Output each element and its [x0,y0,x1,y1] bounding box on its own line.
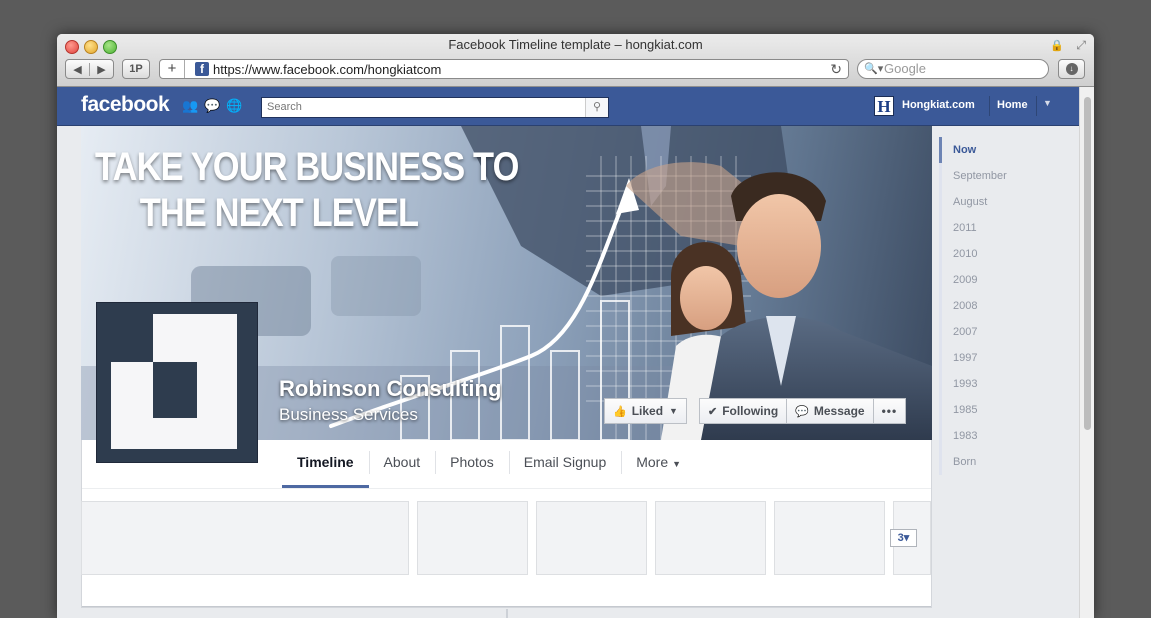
reload-icon[interactable]: ↻ [830,60,842,78]
timeline-nav-item[interactable]: 2009 [939,267,1069,293]
app-box[interactable] [774,501,885,575]
following-label: Following [722,404,779,418]
url-text[interactable]: https://www.facebook.com/hongkiatcom [213,61,441,78]
new-tab-icon[interactable]: + [160,60,185,78]
cover-headline: TAKE YOUR BUSINESS TO THE NEXT LEVEL [95,144,519,236]
vertical-scrollbar[interactable] [1079,87,1094,618]
facebook-search-placeholder: Search [267,101,302,113]
app-box[interactable] [655,501,766,575]
forward-button[interactable]: ▶ [90,63,113,76]
liked-label: Liked [631,404,664,418]
messages-icon[interactable]: 💬 [204,98,220,114]
chevron-down-icon: ▼ [669,406,678,416]
profile-link[interactable]: Hongkiat.com [902,99,975,111]
page-action-buttons: 👍 Liked ▼ ✔ Following 💬 Message ••• [604,398,907,426]
timeline-nav-item[interactable]: Now [939,137,1069,163]
profile-picture[interactable] [96,302,258,463]
fullscreen-icon[interactable]: ⤢ [1076,38,1086,53]
page-tabs: Timeline About Photos Email Signup More ▼ [282,440,696,488]
google-search-placeholder: Google [884,61,926,76]
timeline-nav-item[interactable]: 1993 [939,371,1069,397]
magnifier-icon: 🔍▾ [864,63,884,75]
timeline-nav-item[interactable]: 2010 [939,241,1069,267]
timeline-nav-item[interactable]: Born [939,449,1069,475]
notifications-globe-icon[interactable]: 🌐 [226,98,242,114]
divider [82,488,931,489]
page-header-panel: Timeline About Photos Email Signup More ▼… [81,440,932,608]
company-logo-icon [111,314,237,449]
apps-count-dropdown[interactable]: 3▾ [890,529,917,547]
liked-button[interactable]: 👍 Liked ▼ [604,398,687,424]
tab-more[interactable]: More ▼ [621,440,696,484]
browser-toolbar: Facebook Timeline template – hongkiat.co… [57,34,1094,87]
page-name[interactable]: Robinson Consulting [279,376,501,402]
friend-requests-icon[interactable]: 👥 [182,98,198,114]
timeline-nav-item[interactable]: 1997 [939,345,1069,371]
timeline-nav-item[interactable]: 1983 [939,423,1069,449]
message-label: Message [813,404,865,418]
speech-bubble-icon: 💬 [795,405,809,418]
app-box[interactable] [81,501,409,575]
tab-photos[interactable]: Photos [435,440,509,484]
timeline-nav-item[interactable]: 1985 [939,397,1069,423]
download-icon: ↓ [1065,63,1078,75]
lock-icon: 🔒 [1050,40,1064,52]
nav-divider [989,96,990,116]
browser-window: Facebook Timeline template – hongkiat.co… [57,34,1094,618]
headline-line-1: TAKE YOUR BUSINESS TO [95,145,519,189]
app-box[interactable] [417,501,528,575]
timeline-nav-item[interactable]: 2008 [939,293,1069,319]
chevron-down-icon: ▼ [672,459,682,469]
notification-jewels: 👥 💬 🌐 [182,98,243,114]
address-bar[interactable]: + f https://www.facebook.com/hongkiatcom… [159,59,849,79]
back-forward-group: ◀ ▶ [65,59,114,79]
search-icon[interactable]: ⚲ [585,98,608,117]
timeline-nav-item[interactable]: August [939,189,1069,215]
facebook-logo[interactable]: facebook [81,93,170,117]
nav-divider [1036,96,1037,116]
tab-timeline[interactable]: Timeline [282,440,369,488]
headline-line-2: THE NEXT LEVEL [139,191,419,235]
more-actions-button[interactable]: ••• [873,398,907,424]
facebook-favicon-icon: f [195,62,209,76]
facebook-search-input[interactable]: Search ⚲ [261,97,609,118]
back-button[interactable]: ◀ [66,62,90,76]
scrollbar-thumb[interactable] [1084,97,1091,430]
tab-about[interactable]: About [368,440,436,484]
timeline-year-nav: Now September August 2011 2010 2009 2008… [939,137,1069,475]
onepassword-button[interactable]: 1P [122,59,150,79]
timeline-nav-item[interactable]: September [939,163,1069,189]
thumbs-up-icon: 👍 [613,405,627,418]
timeline-nav-item[interactable]: 2007 [939,319,1069,345]
page-category[interactable]: Business Services [279,405,418,425]
following-button[interactable]: ✔ Following [698,398,788,424]
tab-more-label: More [636,454,669,470]
app-box[interactable] [536,501,647,575]
apps-count-label: 3 [897,532,904,544]
hongkiat-avatar[interactable]: H [874,96,894,116]
home-link[interactable]: Home [997,99,1028,111]
settings-caret-icon[interactable]: ▼ [1043,98,1052,108]
check-icon: ✔ [707,405,718,418]
google-search-field[interactable]: 🔍▾ Google [857,59,1049,79]
tab-email-signup[interactable]: Email Signup [508,440,622,484]
timeline-nav-item[interactable]: 2011 [939,215,1069,241]
message-button[interactable]: 💬 Message [787,398,874,424]
divider [82,606,931,607]
timeline-spine [506,609,508,618]
downloads-button[interactable]: ↓ [1058,59,1085,79]
facebook-blue-bar: facebook 👥 💬 🌐 Search ⚲ H Hongkiat.com H… [57,87,1079,126]
window-title: Facebook Timeline template – hongkiat.co… [448,37,703,52]
